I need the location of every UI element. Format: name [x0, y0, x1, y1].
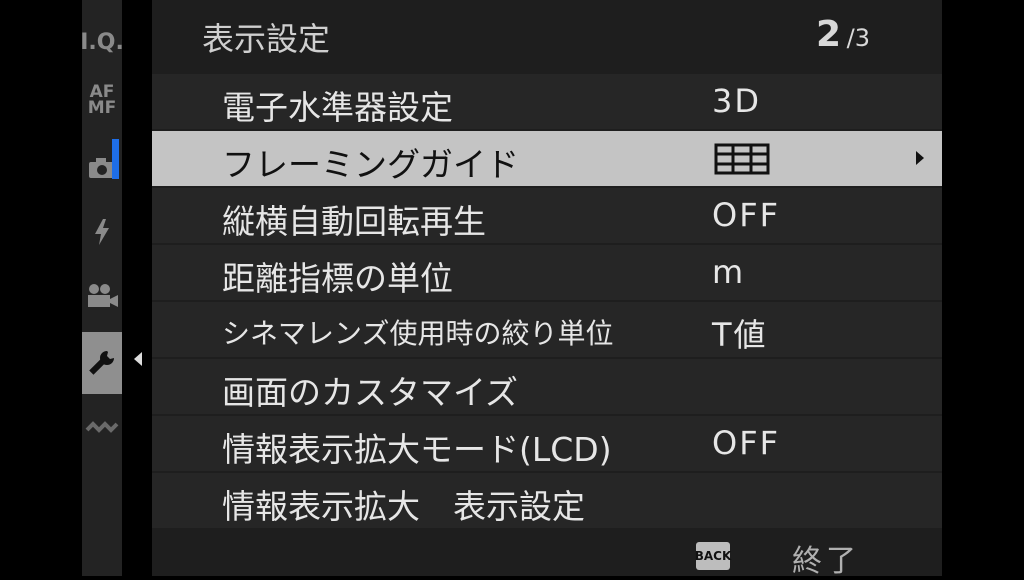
menu-item-framing-guide[interactable]: フレーミングガイド: [112, 131, 942, 186]
menu-item-cine-lens-aperture[interactable]: シネマレンズ使用時の絞り単位 T値: [152, 302, 942, 357]
submenu-arrow-icon: [916, 151, 924, 165]
page-indicator: 2 /3: [816, 14, 870, 55]
page-title: 表示設定: [202, 20, 331, 58]
menu-item-focus-scale-unit[interactable]: 距離指標の単位 m: [152, 245, 942, 300]
menu-item-electronic-level[interactable]: 電子水準器設定 3D: [152, 74, 942, 129]
wrench-icon: [89, 351, 114, 375]
af-mf-label: AF MF: [87, 82, 117, 118]
back-button-icon[interactable]: BACK: [695, 542, 731, 570]
category-sidebar: I.Q. AF MF: [80, 0, 124, 576]
page-total: /3: [846, 24, 870, 52]
movie-icon: [88, 284, 118, 307]
setup-tab[interactable]: [82, 332, 122, 394]
af-mf-tab[interactable]: AF MF: [82, 78, 122, 122]
menu-item-value: m: [712, 253, 746, 291]
menu-footer: BACK 終了: [152, 534, 942, 579]
exit-label: 終了: [792, 544, 860, 579]
flash-icon: [95, 219, 109, 245]
menu-item-value: T値: [712, 316, 768, 354]
menu-item-label: 電子水準器設定: [222, 88, 453, 127]
movie-tab[interactable]: [82, 274, 122, 318]
menu-header: 表示設定 2 /3: [152, 0, 942, 72]
wireless-icon: [85, 421, 119, 433]
selection-indicator: [112, 139, 119, 179]
menu-item-value: 3D: [712, 82, 761, 120]
menu-item-label: 距離指標の単位: [222, 259, 453, 298]
menu-item-display-custom[interactable]: 画面のカスタマイズ: [152, 359, 942, 414]
menu-item-large-indicators-setting[interactable]: 情報表示拡大 表示設定: [152, 473, 942, 528]
menu-panel: 表示設定 2 /3 電子水準器設定 3D フレーミングガイド 縦横自動回転再生 …: [112, 0, 942, 579]
grid-9-icon: [714, 143, 770, 175]
menu-item-auto-rotate[interactable]: 縦横自動回転再生 OFF: [152, 188, 942, 243]
flash-tab[interactable]: [82, 210, 122, 254]
menu-item-label: 画面のカスタマイズ: [222, 373, 519, 412]
sidebar-pointer-icon: [134, 352, 142, 366]
menu-item-label: フレーミングガイド: [222, 145, 519, 184]
wireless-tab[interactable]: [82, 406, 122, 450]
menu-item-label: 情報表示拡大モード(LCD): [222, 430, 612, 469]
menu-item-value: OFF: [712, 196, 780, 234]
image-quality-tab[interactable]: I.Q.: [80, 20, 124, 64]
menu-item-value: OFF: [712, 424, 780, 462]
page-current: 2: [816, 14, 842, 55]
menu-item-label: 情報表示拡大 表示設定: [222, 487, 585, 526]
menu-item-label: シネマレンズ使用時の絞り単位: [222, 317, 614, 350]
menu-item-label: 縦横自動回転再生: [222, 202, 486, 241]
menu-item-large-indicators-mode[interactable]: 情報表示拡大モード(LCD) OFF: [152, 416, 942, 471]
